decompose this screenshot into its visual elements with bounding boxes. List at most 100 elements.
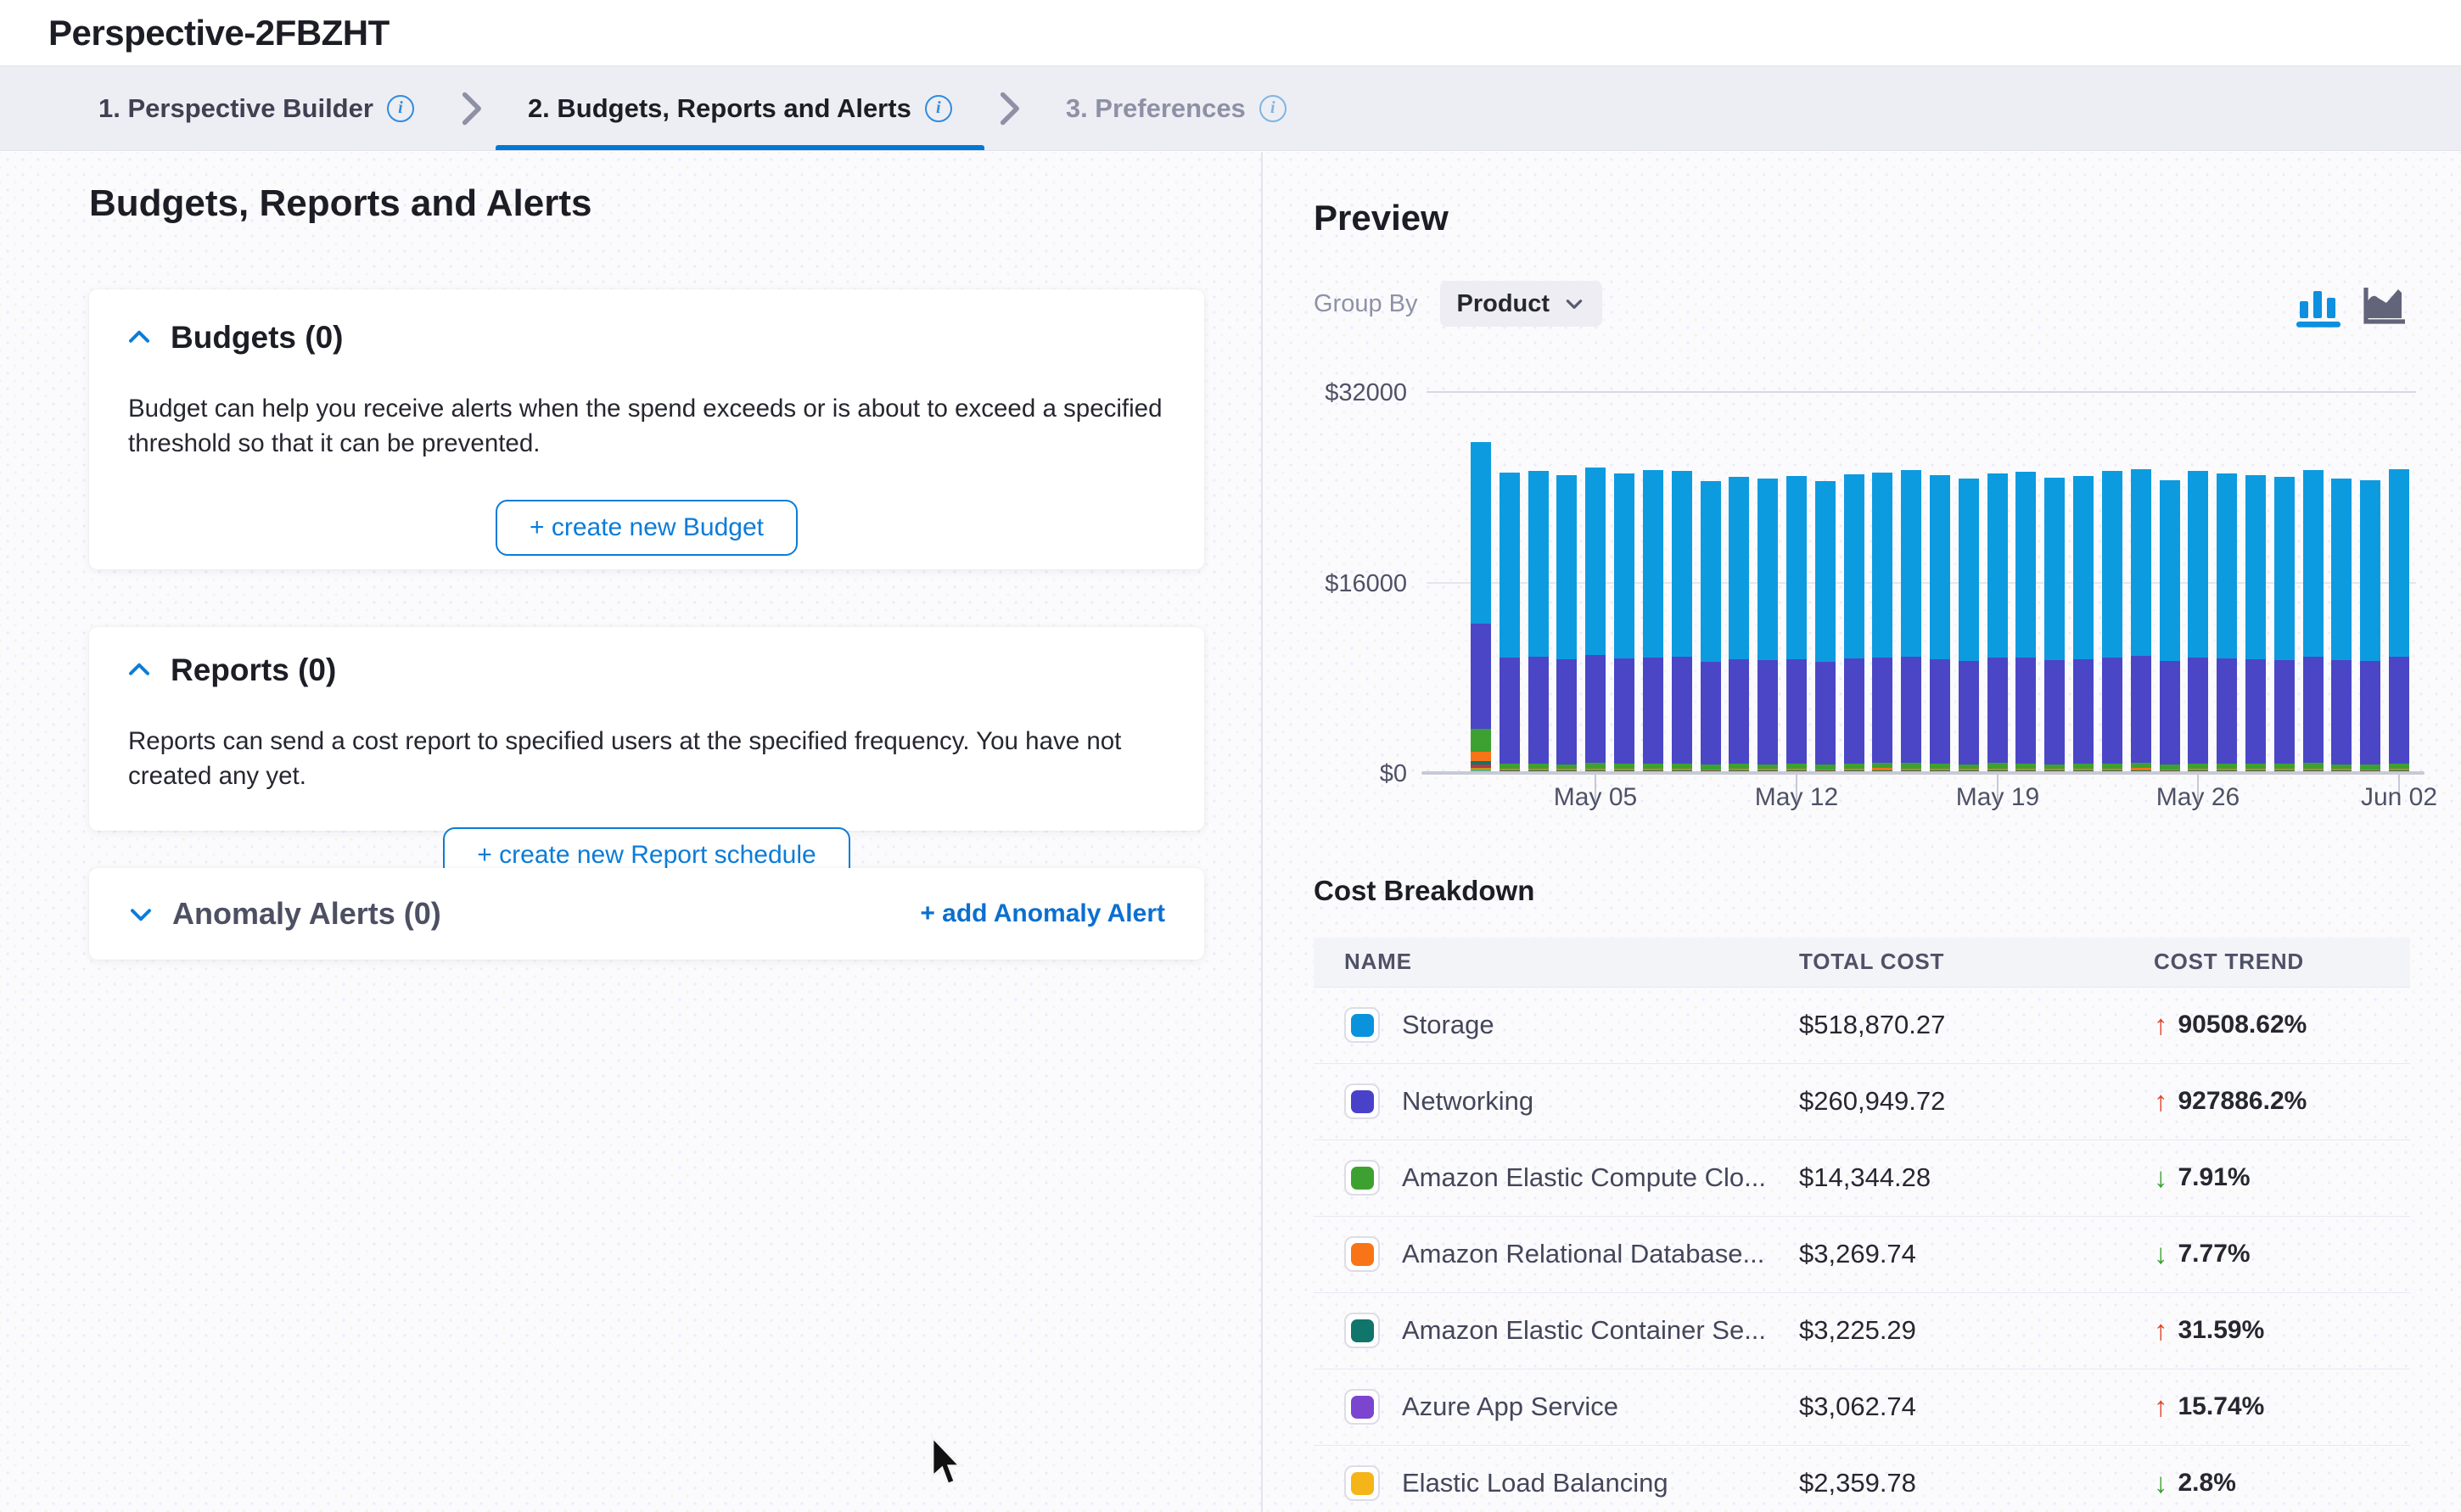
chart-bar[interactable] <box>1786 476 1807 773</box>
chart-bar[interactable] <box>1585 468 1606 773</box>
page-title: Perspective-2FBZHT <box>48 13 390 53</box>
bar-segment <box>2044 660 2065 764</box>
chart-bar[interactable] <box>2188 471 2208 773</box>
bar-segment <box>1815 481 1836 662</box>
bar-segment <box>2360 480 2380 661</box>
chart-bar[interactable] <box>1872 473 1892 773</box>
add-anomaly-alert-link[interactable]: + add Anomaly Alert <box>920 899 1165 928</box>
chart-bar[interactable] <box>2303 470 2324 773</box>
chart-bar[interactable] <box>1643 470 1663 773</box>
total-cost-value: $3,269.74 <box>1769 1216 2123 1292</box>
chart-bar[interactable] <box>2073 476 2094 773</box>
bar-segment <box>2274 660 2295 764</box>
budgets-title[interactable]: Budgets (0) <box>171 320 344 356</box>
arrow-down-icon: ↓ <box>2154 1467 2168 1499</box>
cost-trend-value: 927886.2% <box>2178 1087 2307 1116</box>
chart-bar[interactable] <box>1930 475 1950 773</box>
tab-budgets-reports-alerts[interactable]: 2. Budgets, Reports and Alerts i <box>496 66 984 150</box>
tab-preferences[interactable]: 3. Preferences i <box>1034 66 1319 150</box>
legend-swatch <box>1344 1160 1380 1196</box>
column-header-name: NAME <box>1314 938 1769 987</box>
app-header: Perspective-2FBZHT <box>0 0 2461 66</box>
chevron-right-icon <box>446 66 496 150</box>
chart-bar[interactable] <box>1844 474 1864 773</box>
chart-bar[interactable] <box>1556 475 1577 773</box>
chevron-up-icon[interactable] <box>126 658 152 683</box>
chart-bar[interactable] <box>1729 477 1749 773</box>
chart-bar[interactable] <box>2274 477 2295 773</box>
chevron-up-icon[interactable] <box>126 325 152 350</box>
chart-bar[interactable] <box>1500 473 1520 773</box>
chart-bar[interactable] <box>2015 472 2036 773</box>
chart-bar[interactable] <box>1528 471 1549 773</box>
product-name: Storage <box>1402 1010 1494 1040</box>
chart-bar[interactable] <box>2389 469 2409 773</box>
reports-title[interactable]: Reports (0) <box>171 652 336 688</box>
bar-segment <box>1959 479 1979 661</box>
x-axis-label: May 12 <box>1755 783 1838 812</box>
info-icon[interactable]: i <box>925 95 952 122</box>
bar-segment <box>2044 478 2065 660</box>
group-by-row: Group By Product <box>1314 281 1602 327</box>
chart-bar[interactable] <box>1757 479 1778 773</box>
chart-bar[interactable] <box>2331 479 2352 773</box>
anomaly-alerts-title[interactable]: Anomaly Alerts (0) <box>172 896 441 932</box>
bar-segment <box>1786 659 1807 764</box>
bar-segment <box>2102 471 2122 658</box>
chart-bar[interactable] <box>2131 469 2151 773</box>
budgets-description: Budget can help you receive alerts when … <box>128 391 1167 461</box>
bar-segment <box>1643 470 1663 658</box>
preview-panel: Preview Group By Product $32000 $160 <box>1261 152 2461 1512</box>
bar-segment <box>1585 763 1606 769</box>
bar-segment <box>1701 481 1721 662</box>
chart-bar[interactable] <box>1815 481 1836 773</box>
cost-breakdown-table: NAME TOTAL COST COST TREND Storage$518,8… <box>1314 938 2410 1512</box>
chevron-down-icon[interactable] <box>128 901 154 927</box>
bar-segment <box>1585 655 1606 763</box>
bar-segment <box>2217 473 2237 658</box>
bar-segment <box>1901 763 1921 769</box>
group-by-select[interactable]: Product <box>1440 281 1603 327</box>
chart-bar[interactable] <box>1987 473 2008 773</box>
chart-bar[interactable] <box>1471 442 1491 773</box>
chart-bar[interactable] <box>2044 478 2065 773</box>
chart-bar[interactable] <box>1959 479 1979 773</box>
area-chart-icon[interactable] <box>2361 281 2408 328</box>
tab-label: 1. Perspective Builder <box>98 93 373 124</box>
tab-perspective-builder[interactable]: 1. Perspective Builder i <box>66 66 446 150</box>
info-icon[interactable]: i <box>1259 95 1287 122</box>
info-icon[interactable]: i <box>387 95 414 122</box>
chart-bar[interactable] <box>1614 473 1634 773</box>
table-row: Amazon Elastic Container Se...$3,225.29↑… <box>1314 1292 2410 1369</box>
bar-segment <box>1729 659 1749 764</box>
content-area: Budgets, Reports and Alerts Budgets (0) … <box>0 152 2461 1512</box>
cost-preview-chart: $32000 $16000 $0 May 05May 12May 19May 2… <box>1287 362 2444 846</box>
bar-segment <box>1757 660 1778 764</box>
product-name: Azure App Service <box>1402 1392 1618 1422</box>
chart-bar[interactable] <box>2360 480 2380 773</box>
chart-bar[interactable] <box>1901 470 1921 773</box>
bar-chart-icon[interactable] <box>2295 281 2342 328</box>
bar-segment <box>2303 763 2324 769</box>
arrow-up-icon: ↑ <box>2154 1085 2168 1117</box>
chart-bar[interactable] <box>2245 475 2266 773</box>
chart-bars <box>1471 392 2409 773</box>
chart-bar[interactable] <box>2217 473 2237 773</box>
bar-segment <box>1930 475 1950 659</box>
group-by-label: Group By <box>1314 290 1418 318</box>
chart-bar[interactable] <box>2102 471 2122 773</box>
chart-bar[interactable] <box>1672 471 1692 773</box>
bar-segment <box>2102 658 2122 764</box>
x-axis-label: Jun 02 <box>2361 783 2437 812</box>
reports-description: Reports can send a cost report to specif… <box>128 724 1167 793</box>
cost-breakdown-heading: Cost Breakdown <box>1314 875 1534 907</box>
bar-segment <box>2303 470 2324 657</box>
chart-bar[interactable] <box>2160 480 2180 773</box>
total-cost-value: $260,949.72 <box>1769 1063 2123 1140</box>
bar-segment <box>2331 479 2352 660</box>
create-budget-button[interactable]: + create new Budget <box>496 500 798 556</box>
bar-segment <box>1528 471 1549 658</box>
bar-segment <box>2073 659 2094 764</box>
y-axis-label-32000: $32000 <box>1287 379 1407 407</box>
chart-bar[interactable] <box>1701 481 1721 773</box>
